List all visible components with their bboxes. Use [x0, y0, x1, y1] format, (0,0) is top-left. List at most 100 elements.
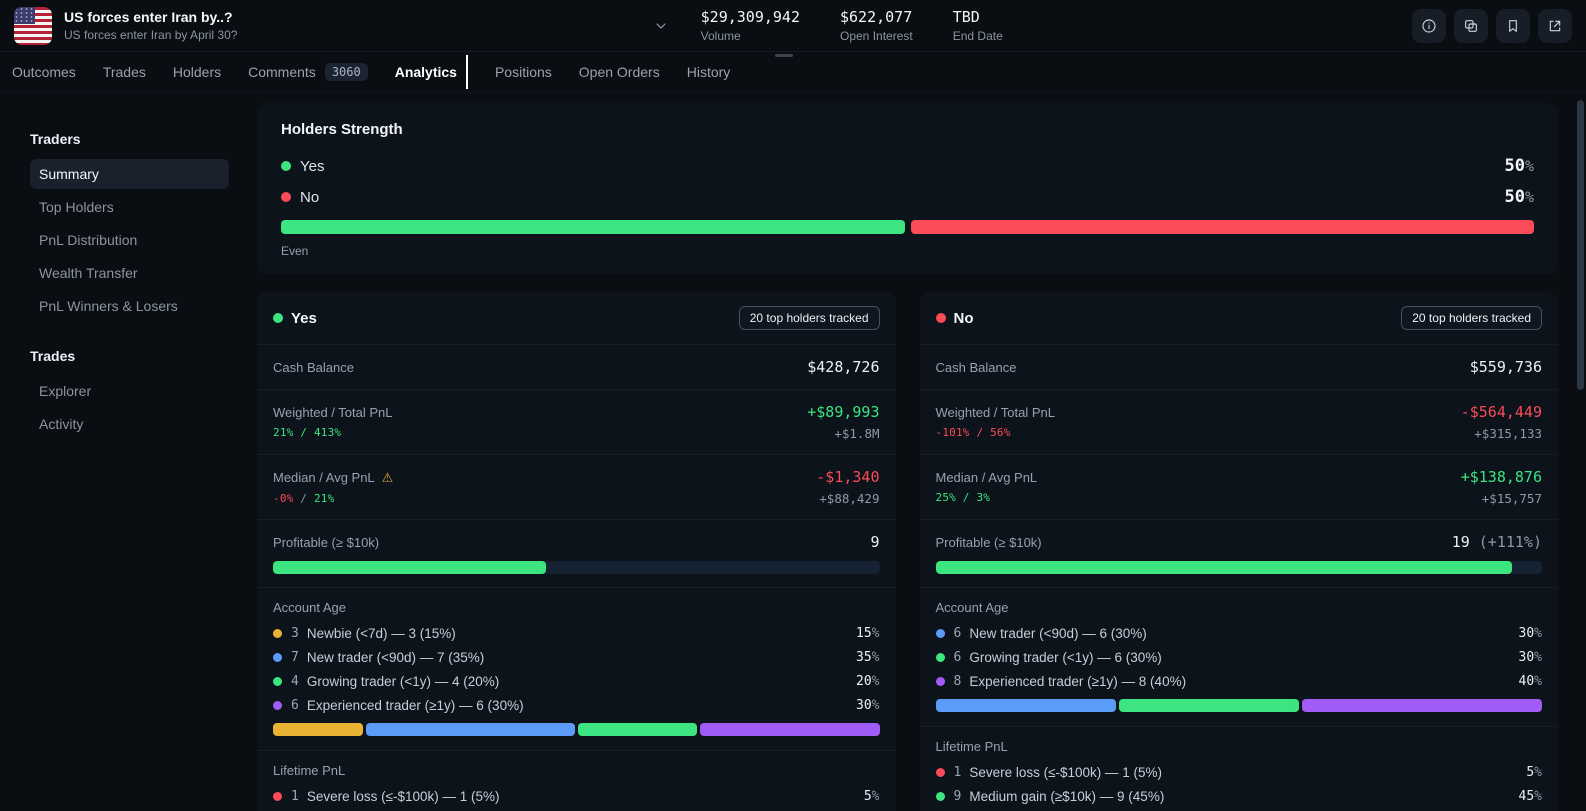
lifetime-pnl-title: Lifetime PnL: [936, 739, 1543, 754]
item-pct: 15%: [856, 626, 879, 641]
strength-bar: [281, 220, 1534, 234]
weighted-pnl-secondary: +$1.8M: [834, 426, 879, 441]
profitable-value: 9: [870, 533, 879, 551]
tab-outcomes[interactable]: Outcomes: [12, 64, 76, 80]
no-dot-icon: [936, 313, 946, 323]
profitable-row: Profitable (≥ $10k) 19 (+111%): [920, 519, 1559, 587]
item-count: 6: [954, 626, 962, 641]
stat-end-date-value: TBD: [953, 8, 1003, 26]
tab-analytics-label: Analytics: [395, 64, 457, 80]
strength-bar-yes-segment: [281, 220, 905, 234]
item-count: 6: [291, 698, 299, 713]
median-pnl-secondary: +$15,757: [1482, 491, 1542, 506]
profitable-bar: [936, 561, 1543, 574]
cash-balance-value: $559,736: [1470, 358, 1542, 376]
median-pnl-sub: 25% / 3%: [936, 491, 1038, 504]
tab-holders[interactable]: Holders: [173, 64, 221, 80]
bar-segment: [273, 723, 363, 736]
weighted-pnl-label: Weighted / Total PnL: [273, 405, 393, 420]
category-dot-icon: [936, 768, 945, 777]
bar-segment: [578, 723, 698, 736]
strength-no-label: No: [300, 189, 319, 206]
list-item: 6 Experienced trader (≥1y) — 6 (30%) 30%: [273, 698, 880, 713]
sidebar-item-pnl-distribution[interactable]: PnL Distribution: [30, 225, 229, 255]
weighted-pnl-row: Weighted / Total PnL 21% / 413% +$89,993…: [257, 389, 896, 454]
bookmark-button[interactable]: [1496, 9, 1530, 43]
bar-segment: [700, 723, 879, 736]
item-label: Experienced trader (≥1y) — 6 (30%): [307, 698, 524, 713]
tab-trades[interactable]: Trades: [103, 64, 146, 80]
tab-comments[interactable]: Comments 3060: [248, 63, 368, 81]
cash-balance-row: Cash Balance $428,726: [257, 344, 896, 389]
tab-outcomes-label: Outcomes: [12, 64, 76, 80]
category-dot-icon: [273, 701, 282, 710]
category-dot-icon: [273, 629, 282, 638]
sidebar-item-explorer[interactable]: Explorer: [30, 376, 229, 406]
stat-open-interest: $622,077 Open Interest: [840, 8, 913, 43]
tab-holders-label: Holders: [173, 64, 221, 80]
account-age-bar: [273, 723, 880, 736]
stat-end-date-label: End Date: [953, 29, 1003, 43]
external-link-button[interactable]: [1538, 9, 1572, 43]
yes-dot-icon: [273, 313, 283, 323]
chevron-down-icon[interactable]: [647, 12, 675, 40]
weighted-pnl-row: Weighted / Total PnL -101% / 56% -$564,4…: [920, 389, 1559, 454]
cash-balance-label: Cash Balance: [273, 360, 354, 375]
tab-history-label: History: [687, 64, 731, 80]
page-scrollbar-thumb[interactable]: [1577, 100, 1584, 390]
item-label: Experienced trader (≥1y) — 8 (40%): [969, 674, 1186, 689]
warning-icon: ⚠: [382, 470, 394, 486]
item-count: 1: [291, 789, 299, 804]
item-count: 7: [291, 650, 299, 665]
list-item: 6 Growing trader (<1y) — 6 (30%) 30%: [936, 650, 1543, 665]
sidebar-item-pnl-winners-losers[interactable]: PnL Winners & Losers: [30, 291, 229, 321]
tab-history[interactable]: History: [687, 64, 731, 80]
profitable-bar-fill: [936, 561, 1512, 574]
sidebar-item-activity[interactable]: Activity: [30, 409, 229, 439]
us-flag-icon: [14, 7, 52, 45]
item-label: Severe loss (≤-$100k) — 1 (5%): [307, 789, 500, 804]
category-dot-icon: [273, 677, 282, 686]
weighted-pnl-value: -$564,449: [1461, 403, 1542, 421]
outcome-name: Yes: [291, 310, 317, 327]
yes-dot-icon: [281, 161, 291, 171]
info-button[interactable]: [1412, 9, 1446, 43]
item-label: New trader (<90d) — 7 (35%): [307, 650, 484, 665]
sidebar-section-trades: Trades: [30, 348, 229, 364]
strength-yes-value: 50%: [1504, 156, 1534, 176]
outcome-card-no: No 20 top holders tracked Cash Balance $…: [920, 292, 1559, 811]
tab-open-orders[interactable]: Open Orders: [579, 64, 660, 80]
item-pct: 35%: [856, 650, 879, 665]
item-count: 4: [291, 674, 299, 689]
item-pct: 30%: [1519, 650, 1542, 665]
account-age-title: Account Age: [273, 600, 880, 615]
item-label: Growing trader (<1y) — 6 (30%): [969, 650, 1161, 665]
tab-analytics[interactable]: Analytics: [395, 55, 468, 89]
lifetime-pnl-title: Lifetime PnL: [273, 763, 880, 778]
market-title-block: US forces enter Iran by..? US forces ent…: [64, 9, 237, 42]
outcome-card-yes-header: Yes 20 top holders tracked: [257, 292, 896, 344]
strength-no-value: 50%: [1504, 187, 1534, 207]
copy-button[interactable]: [1454, 9, 1488, 43]
tab-open-orders-label: Open Orders: [579, 64, 660, 80]
sidebar-item-top-holders[interactable]: Top Holders: [30, 192, 229, 222]
list-item: 4 Growing trader (<1y) — 4 (20%) 20%: [273, 674, 880, 689]
stat-open-interest-value: $622,077: [840, 8, 913, 26]
tabs-scrollbar[interactable]: [775, 54, 793, 57]
sidebar-item-summary[interactable]: Summary: [30, 159, 229, 189]
lifetime-pnl-section: Lifetime PnL 1 Severe loss (≤-$100k) — 1…: [920, 726, 1559, 811]
analytics-sidebar: Traders Summary Top Holders PnL Distribu…: [0, 103, 257, 442]
stat-open-interest-label: Open Interest: [840, 29, 913, 43]
market-subtitle: US forces enter Iran by April 30?: [64, 28, 237, 42]
account-age-bar: [936, 699, 1543, 712]
weighted-pnl-sub: -101% / 56%: [936, 426, 1056, 439]
profitable-value: 19 (+111%): [1452, 533, 1542, 551]
market-stats: $29,309,942 Volume $622,077 Open Interes…: [701, 8, 1003, 43]
app-screen: US forces enter Iran by..? US forces ent…: [0, 0, 1586, 811]
list-item: 1 Severe loss (≤-$100k) — 1 (5%) 5%: [273, 789, 880, 804]
tab-bar: Outcomes Trades Holders Comments 3060 An…: [0, 52, 1586, 93]
tab-positions[interactable]: Positions: [495, 64, 552, 80]
item-pct: 40%: [1519, 674, 1542, 689]
sidebar-item-wealth-transfer[interactable]: Wealth Transfer: [30, 258, 229, 288]
median-pnl-row: Median / Avg PnL⚠ -0% / 21% -$1,340 +$88…: [257, 454, 896, 519]
